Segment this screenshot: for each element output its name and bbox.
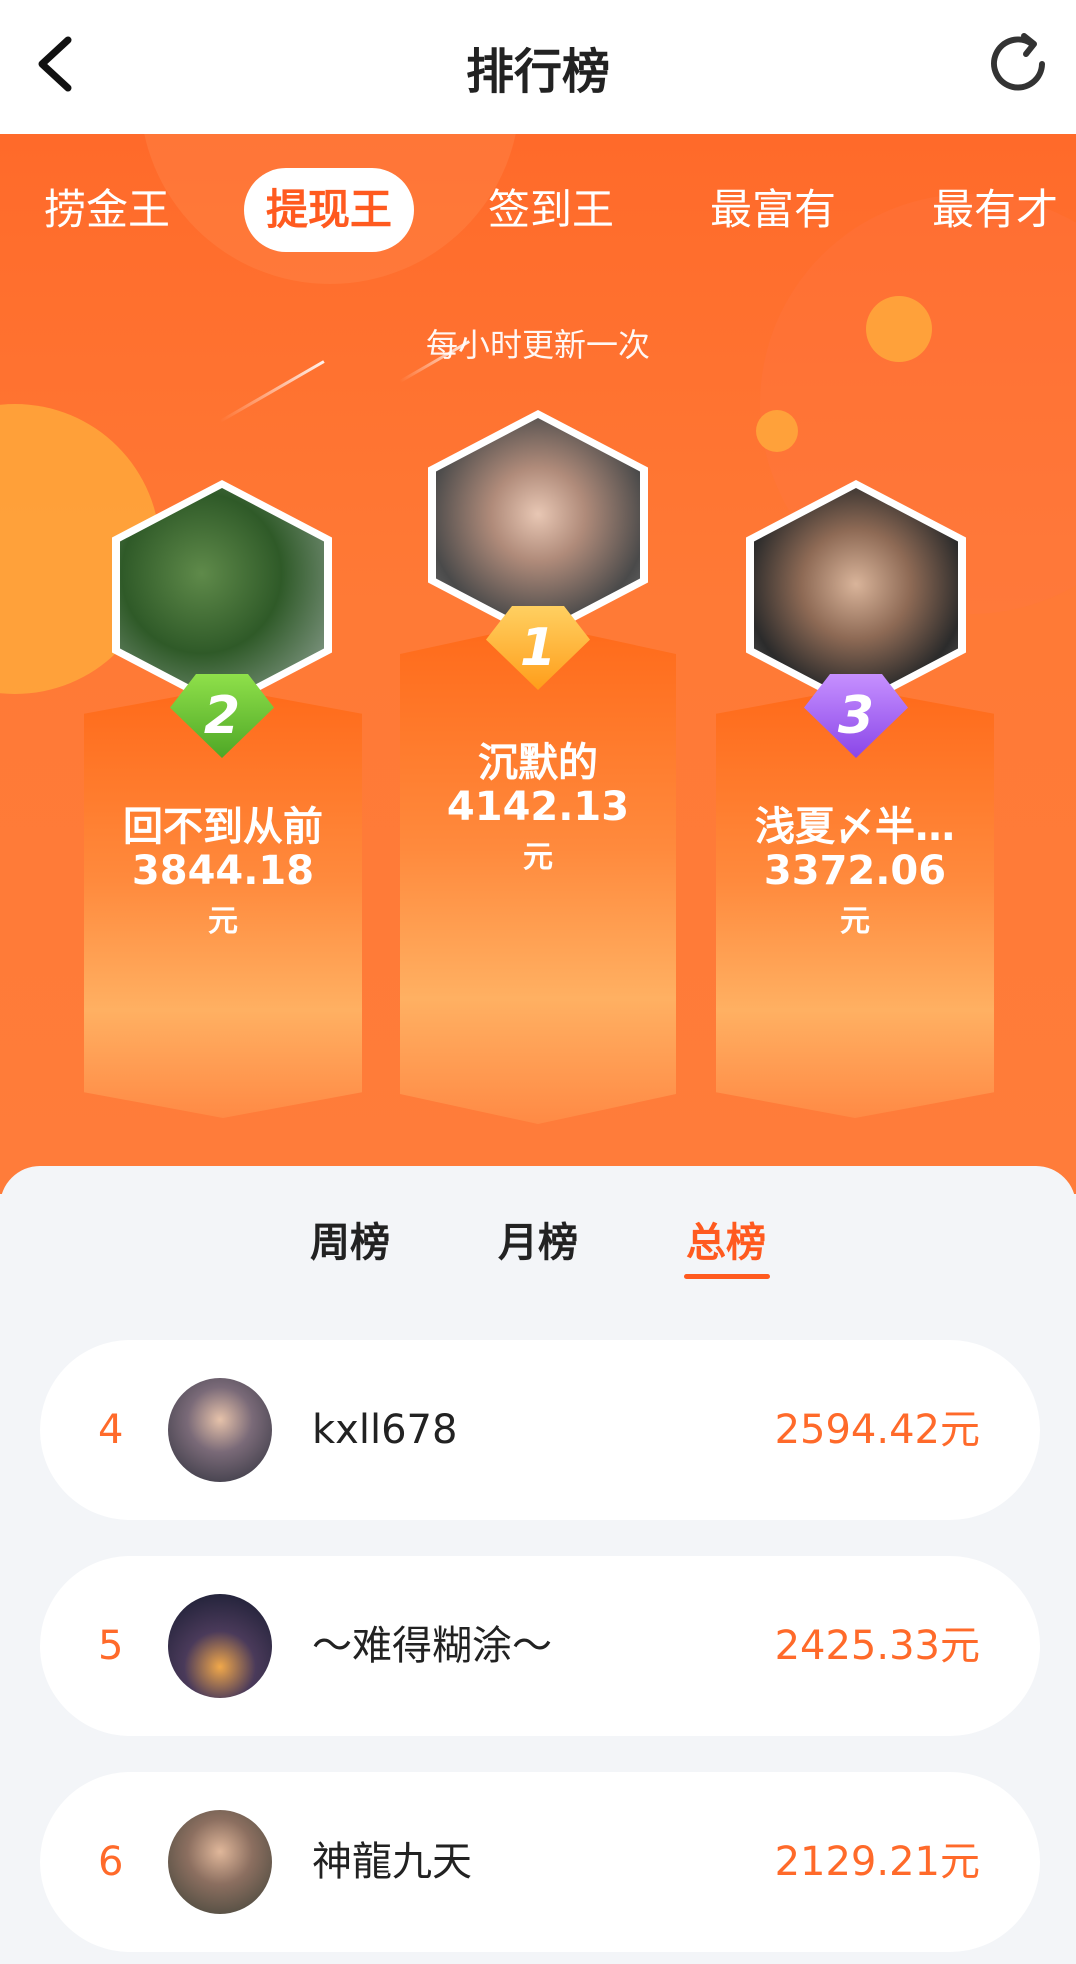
avatar bbox=[168, 1810, 272, 1914]
podium-amount-first: 4142.13 bbox=[446, 784, 630, 830]
page-title: 排行榜 bbox=[465, 44, 610, 100]
user-name: 神龍九天 bbox=[312, 1839, 472, 1885]
podium-name-third: 浅夏〆半… bbox=[755, 804, 955, 850]
tab-zuiyoucai[interactable]: 最有才 bbox=[932, 168, 1058, 252]
ranking-panel: 周榜 月榜 总榜 4 kxll678 2594.42元 5 ～难得糊涂～ 242… bbox=[0, 1166, 1076, 1964]
list-item[interactable]: 6 神龍九天 2129.21元 bbox=[40, 1772, 1040, 1952]
user-name: kxll678 bbox=[312, 1407, 458, 1453]
amount: 2594.42元 bbox=[774, 1407, 980, 1453]
category-tabs: 捞金王 提现王 签到王 最富有 最有才 bbox=[0, 168, 1076, 252]
tab-zuifuyou[interactable]: 最富有 bbox=[710, 168, 836, 252]
top-bar: 排行榜 bbox=[0, 0, 1076, 134]
user-name: ～难得糊涂～ bbox=[312, 1623, 552, 1669]
podium-name-second: 回不到从前 bbox=[123, 804, 323, 850]
refresh-button[interactable] bbox=[984, 30, 1054, 98]
tab-monthly[interactable]: 月榜 bbox=[498, 1210, 578, 1268]
refresh-icon bbox=[991, 33, 1045, 91]
avatar bbox=[168, 1378, 272, 1482]
rank-number: 4 bbox=[98, 1407, 124, 1453]
podium-unit-third: 元 bbox=[840, 904, 870, 939]
amount: 2129.21元 bbox=[774, 1839, 980, 1885]
podium-amount-second: 3844.18 bbox=[131, 848, 315, 894]
tab-weekly[interactable]: 周榜 bbox=[310, 1210, 390, 1268]
tab-tixianwang[interactable]: 提现王 bbox=[244, 168, 415, 252]
tab-laojinwang[interactable]: 捞金王 bbox=[44, 168, 170, 252]
decor-streak bbox=[219, 360, 325, 423]
podium-name-first: 沉默的 bbox=[478, 740, 598, 786]
avatar bbox=[168, 1594, 272, 1698]
decor-bubble bbox=[756, 410, 798, 452]
tab-overall[interactable]: 总榜 bbox=[686, 1210, 766, 1268]
avatar-first[interactable] bbox=[428, 410, 648, 640]
amount: 2425.33元 bbox=[774, 1623, 980, 1669]
active-tab-underline bbox=[684, 1274, 770, 1279]
avatar-third-image bbox=[754, 488, 958, 702]
rank-number: 5 bbox=[98, 1623, 124, 1669]
podium-section: 捞金王 提现王 签到王 最富有 最有才 每小时更新一次 2 回不到从前 3844… bbox=[0, 134, 1076, 1194]
update-note: 每小时更新一次 bbox=[425, 326, 650, 364]
podium-unit-second: 元 bbox=[208, 904, 238, 939]
avatar-second-image bbox=[120, 488, 324, 702]
podium-amount-third: 3372.06 bbox=[763, 848, 947, 894]
tab-qiandaowang[interactable]: 签到王 bbox=[488, 168, 614, 252]
rank-number: 6 bbox=[98, 1839, 124, 1885]
avatar-first-image bbox=[436, 418, 640, 632]
list-item[interactable]: 4 kxll678 2594.42元 bbox=[40, 1340, 1040, 1520]
list-item[interactable]: 5 ～难得糊涂～ 2425.33元 bbox=[40, 1556, 1040, 1736]
podium-unit-first: 元 bbox=[523, 840, 553, 875]
